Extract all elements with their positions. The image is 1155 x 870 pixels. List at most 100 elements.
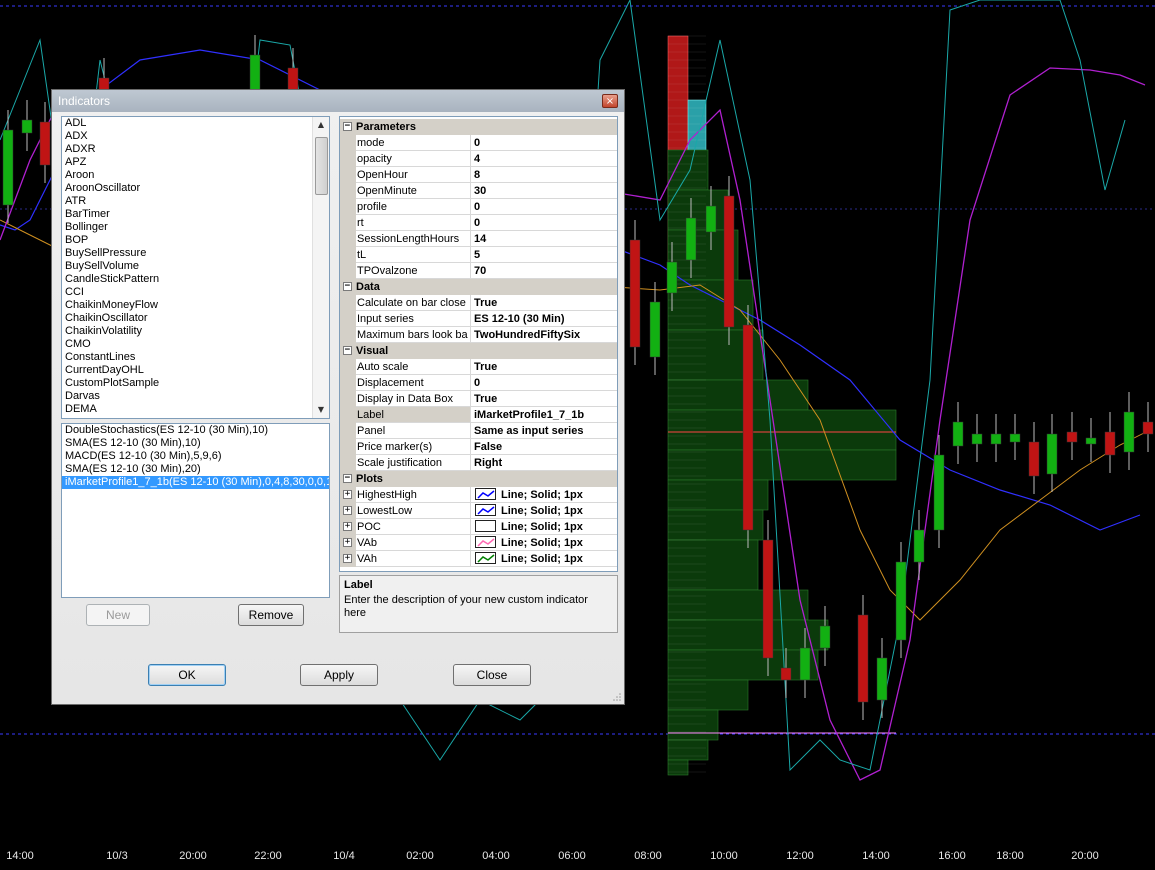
category-visual[interactable]: − Visual <box>340 343 617 359</box>
property-value[interactable]: 0 <box>471 135 617 151</box>
indicator-list-item[interactable]: ATR <box>62 195 329 208</box>
property-value[interactable]: ES 12-10 (30 Min) <box>471 311 617 327</box>
property-value[interactable]: True <box>471 391 617 407</box>
property-row[interactable]: + POC Line; Solid; 1px <box>340 519 617 535</box>
property-row[interactable]: + HighestHigh Line; Solid; 1px <box>340 487 617 503</box>
property-value[interactable]: iMarketProfile1_7_1b <box>471 407 617 423</box>
property-row[interactable]: mode 0 <box>340 135 617 151</box>
indicator-list-item[interactable]: CandleStickPattern <box>62 273 329 286</box>
property-value[interactable]: True <box>471 359 617 375</box>
property-row[interactable]: Panel Same as input series <box>340 423 617 439</box>
property-value[interactable]: 30 <box>471 183 617 199</box>
category-plots[interactable]: − Plots <box>340 471 617 487</box>
property-row[interactable]: + VAb Line; Solid; 1px <box>340 535 617 551</box>
expand-icon[interactable]: + <box>343 522 352 531</box>
property-value[interactable]: 14 <box>471 231 617 247</box>
property-value[interactable]: 5 <box>471 247 617 263</box>
expand-icon[interactable]: + <box>343 554 352 563</box>
indicator-list-item[interactable]: ConstantLines <box>62 351 329 364</box>
new-button[interactable]: New <box>86 604 150 626</box>
property-row[interactable]: Price marker(s) False <box>340 439 617 455</box>
applied-indicator-item[interactable]: MACD(ES 12-10 (30 Min),5,9,6) <box>62 450 329 463</box>
indicator-list-item[interactable]: BOP <box>62 234 329 247</box>
resize-grip-icon[interactable] <box>612 692 622 702</box>
property-value[interactable]: Line; Solid; 1px <box>471 519 617 535</box>
applied-indicator-item[interactable]: DoubleStochastics(ES 12-10 (30 Min),10) <box>62 424 329 437</box>
property-row[interactable]: SessionLengthHours 14 <box>340 231 617 247</box>
property-row[interactable]: + LowestLow Line; Solid; 1px <box>340 503 617 519</box>
indicator-list-item[interactable]: CustomPlotSample <box>62 377 329 390</box>
property-row[interactable]: profile 0 <box>340 199 617 215</box>
property-row[interactable]: Maximum bars look ba TwoHundredFiftySix <box>340 327 617 343</box>
scroll-thumb[interactable] <box>315 137 328 195</box>
property-value[interactable]: 0 <box>471 215 617 231</box>
property-row[interactable]: OpenMinute 30 <box>340 183 617 199</box>
close-icon[interactable]: × <box>602 94 618 108</box>
expand-icon[interactable]: + <box>343 538 352 547</box>
property-value[interactable]: True <box>471 295 617 311</box>
indicator-list-item[interactable]: Darvas <box>62 390 329 403</box>
property-value[interactable]: Line; Solid; 1px <box>471 503 617 519</box>
indicator-list-item[interactable]: ADXR <box>62 143 329 156</box>
indicator-list-item[interactable]: CMO <box>62 338 329 351</box>
indicator-list-item[interactable]: ChaikinVolatility <box>62 325 329 338</box>
applied-indicator-item[interactable]: SMA(ES 12-10 (30 Min),20) <box>62 463 329 476</box>
apply-button[interactable]: Apply <box>300 664 378 686</box>
property-row[interactable]: Display in Data Box True <box>340 391 617 407</box>
property-row[interactable]: TPOvalzone 70 <box>340 263 617 279</box>
expand-icon[interactable]: + <box>343 490 352 499</box>
applied-indicator-item[interactable]: SMA(ES 12-10 (30 Min),10) <box>62 437 329 450</box>
indicator-list-item[interactable]: BuySellVolume <box>62 260 329 273</box>
indicator-list-item[interactable]: BarTimer <box>62 208 329 221</box>
collapse-icon[interactable]: − <box>343 346 352 355</box>
property-row[interactable]: Input series ES 12-10 (30 Min) <box>340 311 617 327</box>
indicator-list-item[interactable]: Aroon <box>62 169 329 182</box>
property-value[interactable]: Line; Solid; 1px <box>471 535 617 551</box>
property-row[interactable]: opacity 4 <box>340 151 617 167</box>
property-value[interactable]: Right <box>471 455 617 471</box>
close-button[interactable]: Close <box>453 664 531 686</box>
property-value[interactable]: Same as input series <box>471 423 617 439</box>
scroll-up-icon[interactable]: ▲ <box>313 117 329 133</box>
indicator-list-item[interactable]: APZ <box>62 156 329 169</box>
property-row[interactable]: Scale justification Right <box>340 455 617 471</box>
indicator-list-item[interactable]: ADL <box>62 117 329 130</box>
collapse-icon[interactable]: − <box>343 122 352 131</box>
property-row[interactable]: Displacement 0 <box>340 375 617 391</box>
property-value[interactable]: 0 <box>471 199 617 215</box>
dialog-titlebar[interactable]: Indicators × <box>52 90 624 112</box>
property-row[interactable]: Auto scale True <box>340 359 617 375</box>
category-parameters[interactable]: − Parameters <box>340 119 617 135</box>
property-value[interactable]: 70 <box>471 263 617 279</box>
indicator-list-item[interactable]: ADX <box>62 130 329 143</box>
property-row[interactable]: Label iMarketProfile1_7_1b <box>340 407 617 423</box>
collapse-icon[interactable]: − <box>343 474 352 483</box>
collapse-icon[interactable]: − <box>343 282 352 291</box>
indicator-list-item[interactable]: BuySellPressure <box>62 247 329 260</box>
expand-icon[interactable]: + <box>343 506 352 515</box>
indicator-list-item[interactable]: AroonOscillator <box>62 182 329 195</box>
property-row[interactable]: tL 5 <box>340 247 617 263</box>
indicator-list-scrollbar[interactable]: ▲ ▼ <box>312 117 329 418</box>
property-row[interactable]: Calculate on bar close True <box>340 295 617 311</box>
available-indicators-list[interactable]: ADL ADX ADXR APZ Aroon AroonOscillator ATR BarT… <box>61 116 330 419</box>
property-value[interactable]: Line; Solid; 1px <box>471 487 617 503</box>
property-row[interactable]: rt 0 <box>340 215 617 231</box>
indicator-list-item[interactable]: DEMA <box>62 403 329 416</box>
ok-button[interactable]: OK <box>148 664 226 686</box>
indicator-list-item[interactable]: Bollinger <box>62 221 329 234</box>
property-value[interactable]: False <box>471 439 617 455</box>
property-value[interactable]: 0 <box>471 375 617 391</box>
applied-indicators-list[interactable]: DoubleStochastics(ES 12-10 (30 Min),10) S… <box>61 423 330 598</box>
category-data[interactable]: − Data <box>340 279 617 295</box>
indicator-list-item[interactable]: ChaikinOscillator <box>62 312 329 325</box>
indicator-list-item[interactable]: CurrentDayOHL <box>62 364 329 377</box>
applied-indicator-item[interactable]: iMarketProfile1_7_1b(ES 12-10 (30 Min),0… <box>62 476 329 489</box>
scroll-down-icon[interactable]: ▼ <box>313 402 329 418</box>
property-row[interactable]: OpenHour 8 <box>340 167 617 183</box>
property-value[interactable]: TwoHundredFiftySix <box>471 327 617 343</box>
indicator-list-item[interactable]: CCI <box>62 286 329 299</box>
property-grid[interactable]: − Parameters mode 0 opacity 4 OpenHour 8 OpenMin… <box>339 116 618 572</box>
remove-button[interactable]: Remove <box>238 604 304 626</box>
property-value[interactable]: 8 <box>471 167 617 183</box>
